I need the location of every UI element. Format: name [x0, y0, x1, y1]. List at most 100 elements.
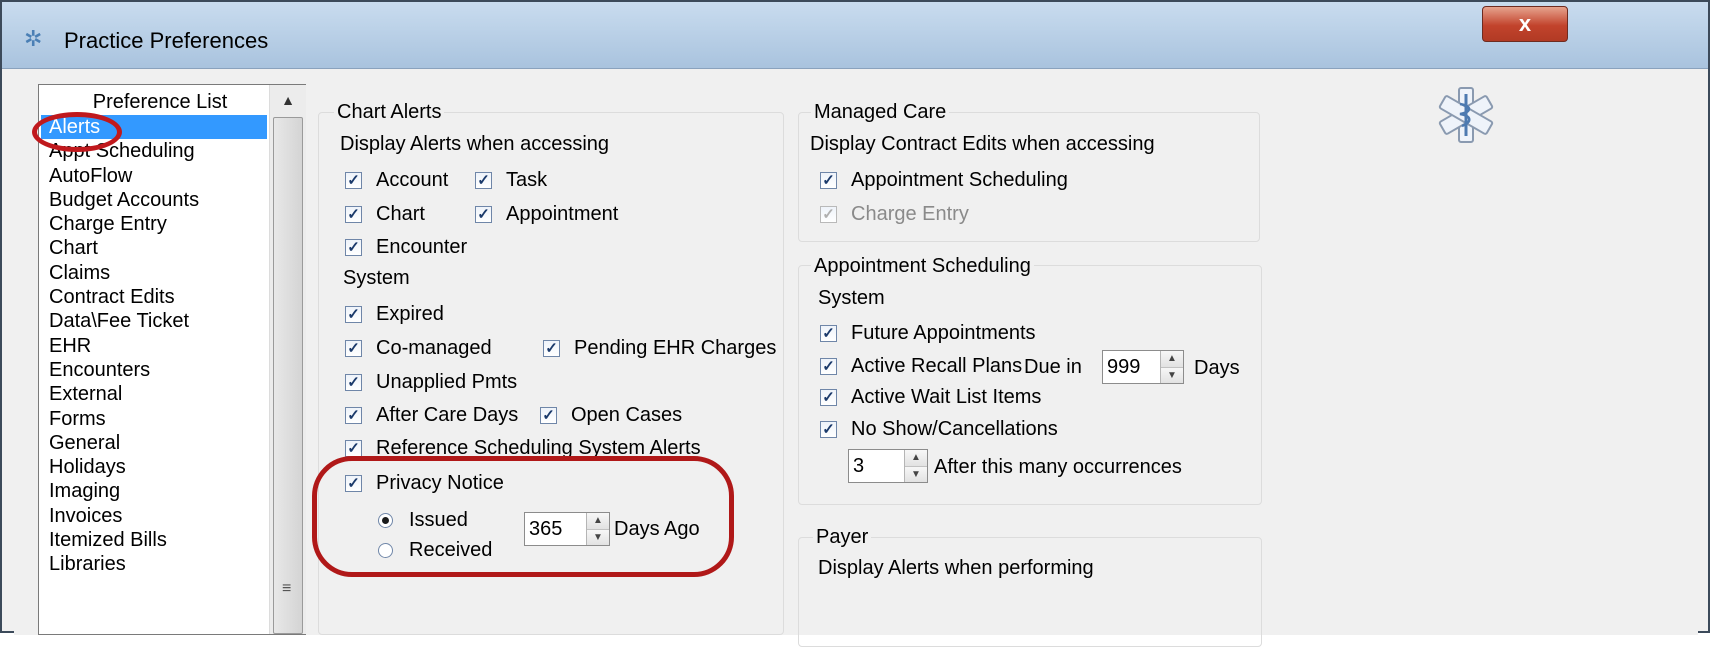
checkbox-box: ✓ [820, 358, 837, 375]
recall-days-value[interactable]: 999 [1103, 351, 1160, 383]
unapplied-pmts-checkbox[interactable]: ✓ Unapplied Pmts [345, 371, 517, 394]
spin-arrows[interactable]: ▲ ▼ [904, 450, 927, 482]
mc-appointment-scheduling-checkbox[interactable]: ✓ Appointment Scheduling [820, 169, 1068, 192]
spin-up-icon[interactable]: ▲ [905, 450, 927, 466]
list-item[interactable]: General [41, 431, 267, 455]
checkbox-box: ✓ [345, 206, 362, 223]
title-bar: ✲ Practice Preferences x [2, 2, 1708, 69]
pending-ehr-charges-checkbox[interactable]: ✓ Pending EHR Charges [543, 337, 776, 360]
checkbox-label: Account [376, 169, 449, 191]
occurrences-stepper[interactable]: 3 ▲ ▼ [848, 449, 928, 483]
list-item[interactable]: External [41, 382, 267, 406]
active-recall-plans-checkbox[interactable]: ✓ Active Recall Plans [820, 355, 1022, 378]
recall-days-stepper[interactable]: 999 ▲ ▼ [1102, 350, 1184, 384]
checkbox-box: ✓ [475, 172, 492, 189]
checkbox-box: ✓ [345, 340, 362, 357]
list-item[interactable]: Chart [41, 236, 267, 260]
checkbox-label: Unapplied Pmts [376, 371, 518, 393]
chart-checkbox[interactable]: ✓ Chart [345, 203, 425, 226]
checkbox-label: No Show/Cancellations [851, 418, 1058, 440]
task-checkbox[interactable]: ✓ Task [475, 169, 547, 192]
preference-list-header: Preference List [92, 91, 228, 113]
open-cases-checkbox[interactable]: ✓ Open Cases [540, 404, 682, 427]
payer-title: Payer [813, 526, 872, 549]
close-button[interactable]: x [1482, 6, 1568, 42]
system-header: System [343, 267, 410, 289]
list-item[interactable]: Invoices [41, 504, 267, 528]
list-item[interactable]: Encounters [41, 358, 267, 382]
appointment-checkbox[interactable]: ✓ Appointment [475, 203, 618, 226]
practice-preferences-window: ✲ Practice Preferences x Preference List… [0, 0, 1710, 647]
grip-icon: ≡ [282, 580, 292, 597]
close-icon: x [1518, 11, 1532, 36]
window-title: Practice Preferences [64, 28, 269, 53]
checkbox-box: ✓ [475, 206, 492, 223]
co-managed-checkbox[interactable]: ✓ Co-managed [345, 337, 492, 360]
mc-charge-entry-checkbox: ✓ Charge Entry [820, 203, 969, 226]
encounter-checkbox[interactable]: ✓ Encounter [345, 236, 467, 259]
checkbox-box: ✓ [820, 325, 837, 342]
days-label: Days [1194, 357, 1240, 379]
checkbox-box: ✓ [345, 239, 362, 256]
spin-down-icon[interactable]: ▼ [1161, 366, 1183, 383]
checkbox-label: Charge Entry [851, 203, 969, 225]
chart-alerts-title: Chart Alerts [334, 101, 445, 124]
client-area: Preference List Alerts Appt Scheduling A… [14, 70, 1698, 647]
checkbox-box: ✓ [820, 172, 837, 189]
future-appointments-checkbox[interactable]: ✓ Future Appointments [820, 322, 1036, 345]
spin-down-icon[interactable]: ▼ [905, 465, 927, 482]
managed-care-title: Managed Care [811, 101, 950, 124]
occurrences-value[interactable]: 3 [849, 450, 904, 482]
appointment-scheduling-title: Appointment Scheduling [811, 255, 1034, 278]
list-item[interactable]: AutoFlow [41, 164, 267, 188]
display-alerts-header: Display Alerts when accessing [340, 133, 610, 155]
list-scrollbar[interactable]: ▲ ≡ [269, 85, 306, 634]
scroll-up-icon[interactable]: ▲ [270, 85, 306, 115]
checkbox-label: Appointment [506, 203, 619, 225]
alerts-highlight-circle [32, 112, 122, 152]
checkbox-box: ✓ [345, 306, 362, 323]
checkbox-label: Active Recall Plans [851, 355, 1023, 377]
active-wait-list-checkbox[interactable]: ✓ Active Wait List Items [820, 386, 1041, 409]
list-item[interactable]: Forms [41, 407, 267, 431]
scroll-thumb[interactable]: ≡ [273, 117, 303, 634]
list-item[interactable]: Itemized Bills [41, 528, 267, 552]
list-item[interactable]: Libraries [41, 552, 267, 576]
checkbox-label: After Care Days [376, 404, 519, 426]
star-of-life-icon [1438, 87, 1494, 143]
preference-list-items: Alerts Appt Scheduling AutoFlow Budget A… [41, 115, 267, 577]
checkbox-label: Chart [376, 203, 425, 225]
no-show-cancellations-checkbox[interactable]: ✓ No Show/Cancellations [820, 418, 1058, 441]
list-item[interactable]: Imaging [41, 479, 267, 503]
payer-header: Display Alerts when performing [818, 557, 1094, 579]
list-item[interactable]: Data\Fee Ticket [41, 309, 267, 333]
list-item[interactable]: EHR [41, 334, 267, 358]
list-item[interactable]: Charge Entry [41, 212, 267, 236]
checkbox-label: Pending EHR Charges [574, 337, 777, 359]
checkbox-box: ✓ [345, 407, 362, 424]
contract-edits-header: Display Contract Edits when accessing [810, 133, 1155, 155]
checkbox-box: ✓ [820, 206, 837, 223]
payer-group [798, 537, 1262, 647]
expired-checkbox[interactable]: ✓ Expired [345, 303, 444, 326]
checkbox-label: Task [506, 169, 548, 191]
checkbox-label: Encounter [376, 236, 468, 258]
checkbox-box: ✓ [820, 421, 837, 438]
list-item[interactable]: Claims [41, 261, 267, 285]
spin-up-icon[interactable]: ▲ [1161, 351, 1183, 367]
checkbox-label: Open Cases [571, 404, 683, 426]
appt-system-header: System [818, 287, 885, 309]
checkbox-box: ✓ [345, 374, 362, 391]
checkbox-label: Active Wait List Items [851, 386, 1042, 408]
caduceus-icon: ✲ [24, 26, 43, 51]
checkbox-label: Future Appointments [851, 322, 1036, 344]
preference-list[interactable]: Preference List Alerts Appt Scheduling A… [38, 84, 306, 635]
spin-arrows[interactable]: ▲ ▼ [1160, 351, 1183, 383]
account-checkbox[interactable]: ✓ Account [345, 169, 448, 192]
after-care-days-checkbox[interactable]: ✓ After Care Days [345, 404, 518, 427]
list-item[interactable]: Contract Edits [41, 285, 267, 309]
checkbox-label: Appointment Scheduling [851, 169, 1068, 191]
checkbox-box: ✓ [345, 440, 362, 457]
list-item[interactable]: Holidays [41, 455, 267, 479]
list-item[interactable]: Budget Accounts [41, 188, 267, 212]
